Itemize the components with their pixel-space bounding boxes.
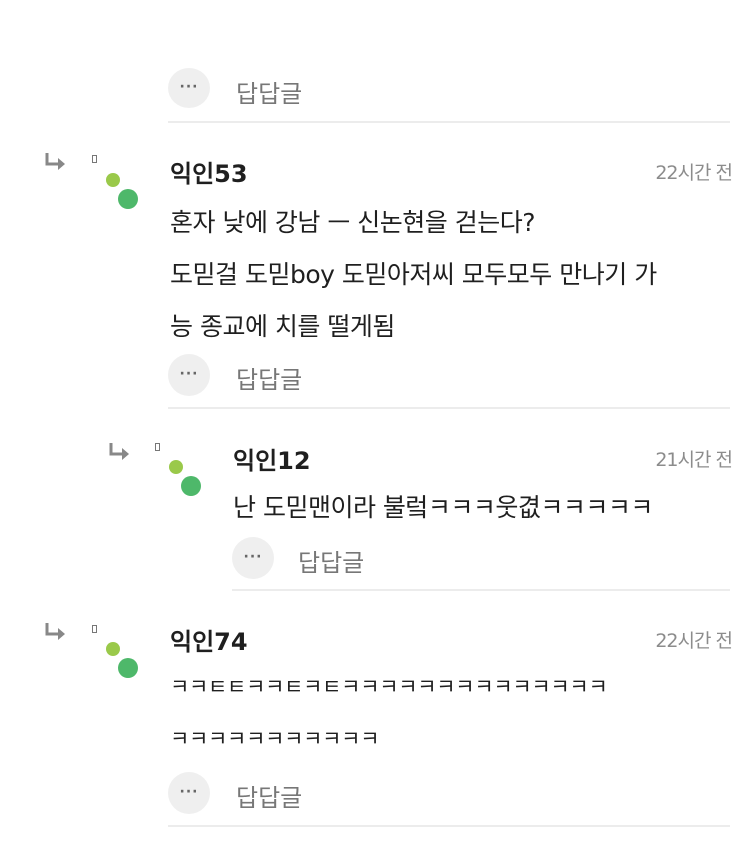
- comment-time: 22시간 전: [655, 162, 733, 184]
- avatar-dot: [118, 658, 138, 678]
- comment-text-line: ㅋㅋㅌㅌㅋㅋㅌㅋㅌㅋㅋㅋㅋㅋㅋㅋㅋㅋㅋㅋㅋㅋㅋ: [170, 675, 608, 699]
- avatar-dot-small: [106, 642, 120, 656]
- divider: [168, 121, 730, 123]
- reply-button[interactable]: 답답글: [236, 360, 302, 395]
- checkbox-icon: [92, 625, 97, 633]
- comment-text-line: 혼자 낮에 강남 ㅡ 신논현을 걷는다?: [170, 208, 536, 237]
- comment-text-line: ㅋㅋㅋㅋㅋㅋㅋㅋㅋㅋㅋ: [170, 727, 380, 751]
- comment-author: 익인53: [170, 160, 248, 188]
- comment-author: 익인12: [233, 447, 311, 475]
- comment-time: 21시간 전: [655, 449, 733, 471]
- comment-text-line: 능 종교에 치를 떨게됨: [170, 312, 395, 341]
- more-options-button[interactable]: ···: [232, 537, 274, 579]
- checkbox-icon: [92, 155, 97, 163]
- reply-button[interactable]: 답답글: [298, 543, 364, 578]
- divider: [168, 825, 730, 827]
- reply-arrow-icon: [45, 623, 65, 640]
- reply-arrow-icon: [109, 443, 129, 460]
- comment-text-line: 난 도믿맨이라 불렄ㅋㅋㅋ웃겺ㅋㅋㅋㅋㅋ: [233, 493, 653, 522]
- checkbox-icon: [155, 443, 160, 451]
- divider: [168, 407, 730, 409]
- reply-arrow-icon: [45, 153, 65, 170]
- comment-text-line: 도믿걸 도믿boy 도믿아저씨 모두모두 만나기 가: [170, 260, 657, 289]
- avatar-dot-small: [169, 460, 183, 474]
- reply-button[interactable]: 답답글: [236, 74, 302, 109]
- more-options-button[interactable]: ···: [168, 772, 210, 814]
- comment-author: 익인74: [170, 628, 248, 656]
- comment-time: 22시간 전: [655, 630, 733, 652]
- more-options-button[interactable]: ···: [168, 354, 210, 396]
- reply-button[interactable]: 답답글: [236, 778, 302, 813]
- divider: [232, 589, 730, 591]
- avatar-dot: [118, 189, 138, 209]
- more-options-button[interactable]: ···: [168, 68, 210, 108]
- avatar-dot: [181, 476, 201, 496]
- avatar-dot-small: [106, 173, 120, 187]
